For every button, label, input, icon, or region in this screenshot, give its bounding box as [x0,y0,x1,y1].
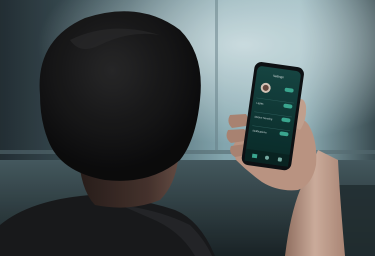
scene: Settings Lights Motion Sensing Notificat… [0,0,375,256]
photo: Settings Lights Motion Sensing Notificat… [0,0,375,256]
vignette [0,0,375,256]
